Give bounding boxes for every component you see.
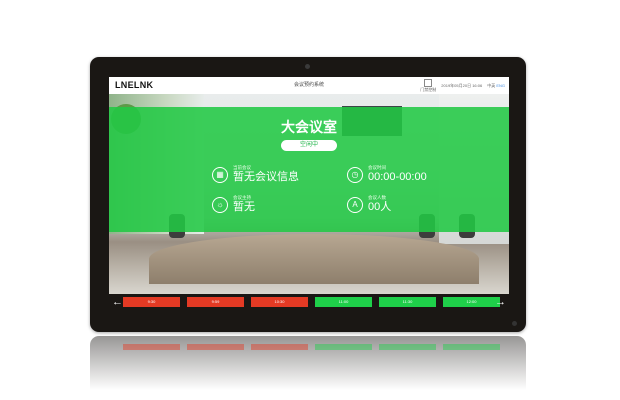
room-name: 大会议室 <box>281 119 337 135</box>
reflection-slot <box>251 344 308 350</box>
time-slot-5[interactable]: 12:00 <box>443 297 500 307</box>
host-icon: ☼ <box>212 196 228 213</box>
language-label: 中英 <box>487 83 496 88</box>
reflection-slot <box>315 344 372 350</box>
clock-icon: ◷ <box>347 166 363 183</box>
host-info: ☼ 会议主持 暂无 <box>212 195 255 214</box>
photo-table <box>149 234 479 284</box>
camera-icon <box>305 64 310 69</box>
meeting-time-info: ◷ 会议时间 00:00-00:00 <box>347 165 427 184</box>
calendar-icon: ▦ <box>212 166 228 183</box>
time-slot-2[interactable]: 10:30 <box>251 297 308 307</box>
language-switch[interactable]: 中英 ENG <box>487 83 505 89</box>
prev-arrow-icon[interactable]: ← <box>112 295 123 309</box>
attendees-value: 00人 <box>368 201 392 213</box>
time-slot-3[interactable]: 11:00 <box>315 297 372 307</box>
door-control-label: 门禁控制 <box>420 87 437 92</box>
room-status-panel: 大会议室 空闲中 ▦ 当前会议 暂无会议信息 ◷ 会议时间 00:00-00:0… <box>109 107 509 232</box>
people-icon: A <box>347 196 363 213</box>
door-control-button[interactable]: 门禁控制 <box>420 79 436 93</box>
reflection-slot <box>379 344 436 350</box>
room-status-badge[interactable]: 空闲中 <box>281 140 337 151</box>
timeline-slots: 9:30 9:59 10:30 11:00 11:30 12:00 <box>123 297 500 307</box>
attendees-info: A 会议人数 00人 <box>347 195 391 214</box>
display-device: LNELNK 会议预约系统 门禁控制 2019年05月20日 16:06 中英 … <box>90 57 526 332</box>
host-value: 暂无 <box>233 201 255 213</box>
timeline-bar: ← 9:30 9:59 10:30 11:00 11:30 12:00 → <box>109 294 509 311</box>
top-bar: LNELNK 会议预约系统 门禁控制 2019年05月20日 16:06 中英 … <box>109 77 509 94</box>
time-slot-0[interactable]: 9:30 <box>123 297 180 307</box>
reflection-slot <box>123 344 180 350</box>
current-meeting-value: 暂无会议信息 <box>233 171 299 183</box>
time-slot-1[interactable]: 9:59 <box>187 297 244 307</box>
reflection-slots <box>123 344 500 350</box>
meeting-time-value: 00:00-00:00 <box>368 171 427 183</box>
current-meeting-info: ▦ 当前会议 暂无会议信息 <box>212 165 299 184</box>
language-alt: ENG <box>496 83 505 88</box>
reflection-slot <box>443 344 500 350</box>
reflection-slot <box>187 344 244 350</box>
next-arrow-icon[interactable]: → <box>495 295 506 309</box>
power-indicator-icon <box>512 321 517 326</box>
date-time: 2019年05月20日 16:06 <box>441 83 483 88</box>
device-reflection <box>90 336 526 396</box>
door-icon <box>424 79 433 87</box>
time-slot-4[interactable]: 11:30 <box>379 297 436 307</box>
top-right-area: 门禁控制 2019年05月20日 16:06 中英 ENG <box>420 79 505 93</box>
screen: LNELNK 会议预约系统 门禁控制 2019年05月20日 16:06 中英 … <box>109 77 509 311</box>
